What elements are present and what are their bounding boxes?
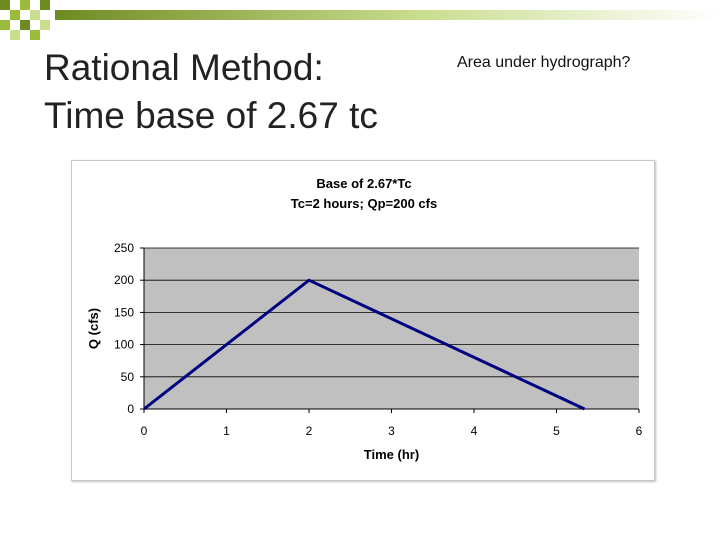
slide-title-line-1: Rational Method: <box>44 47 324 88</box>
accent-square <box>0 20 10 30</box>
x-axis-label: Time (hr) <box>364 447 419 462</box>
x-tick-label: 1 <box>223 424 230 438</box>
plot-area <box>144 248 639 409</box>
side-note: Area under hydrograph? <box>457 54 631 71</box>
y-tick-label: 150 <box>114 305 134 319</box>
slide-title: Rational Method: Time base of 2.67 tc <box>44 44 424 140</box>
accent-gradient-bar <box>55 10 720 20</box>
accent-square <box>20 20 30 30</box>
accent-square <box>10 30 20 40</box>
y-tick-label: 100 <box>114 338 134 352</box>
chart-title-line: Tc=2 hours; Qp=200 cfs <box>291 196 437 211</box>
x-tick-label: 5 <box>553 424 560 438</box>
y-tick-label: 250 <box>114 241 134 255</box>
chart-title-line: Base of 2.67*Tc <box>316 176 411 191</box>
slide-title-line-2: Time base of 2.67 tc <box>44 95 378 136</box>
decorative-corner-squares <box>0 0 720 40</box>
accent-square <box>30 30 40 40</box>
x-tick-label: 0 <box>141 424 148 438</box>
y-axis-label: Q (cfs) <box>86 308 101 349</box>
accent-square <box>10 10 20 20</box>
y-tick-label: 200 <box>114 273 134 287</box>
x-tick-label: 4 <box>471 424 478 438</box>
x-tick-label: 2 <box>306 424 313 438</box>
y-tick-label: 0 <box>127 402 134 416</box>
chart-container: Base of 2.67*Tc Tc=2 hours; Qp=200 cfs 0 50… <box>71 160 655 481</box>
x-tick-label: 3 <box>388 424 395 438</box>
x-tick-label: 6 <box>636 424 643 438</box>
hydrograph-chart: Base of 2.67*TcTc=2 hours; Qp=200 cfs050… <box>86 176 643 462</box>
accent-square <box>0 0 10 10</box>
y-tick-label: 50 <box>121 370 135 384</box>
accent-square <box>40 20 50 30</box>
accent-square <box>40 0 50 10</box>
accent-square <box>20 0 30 10</box>
accent-square <box>30 10 40 20</box>
